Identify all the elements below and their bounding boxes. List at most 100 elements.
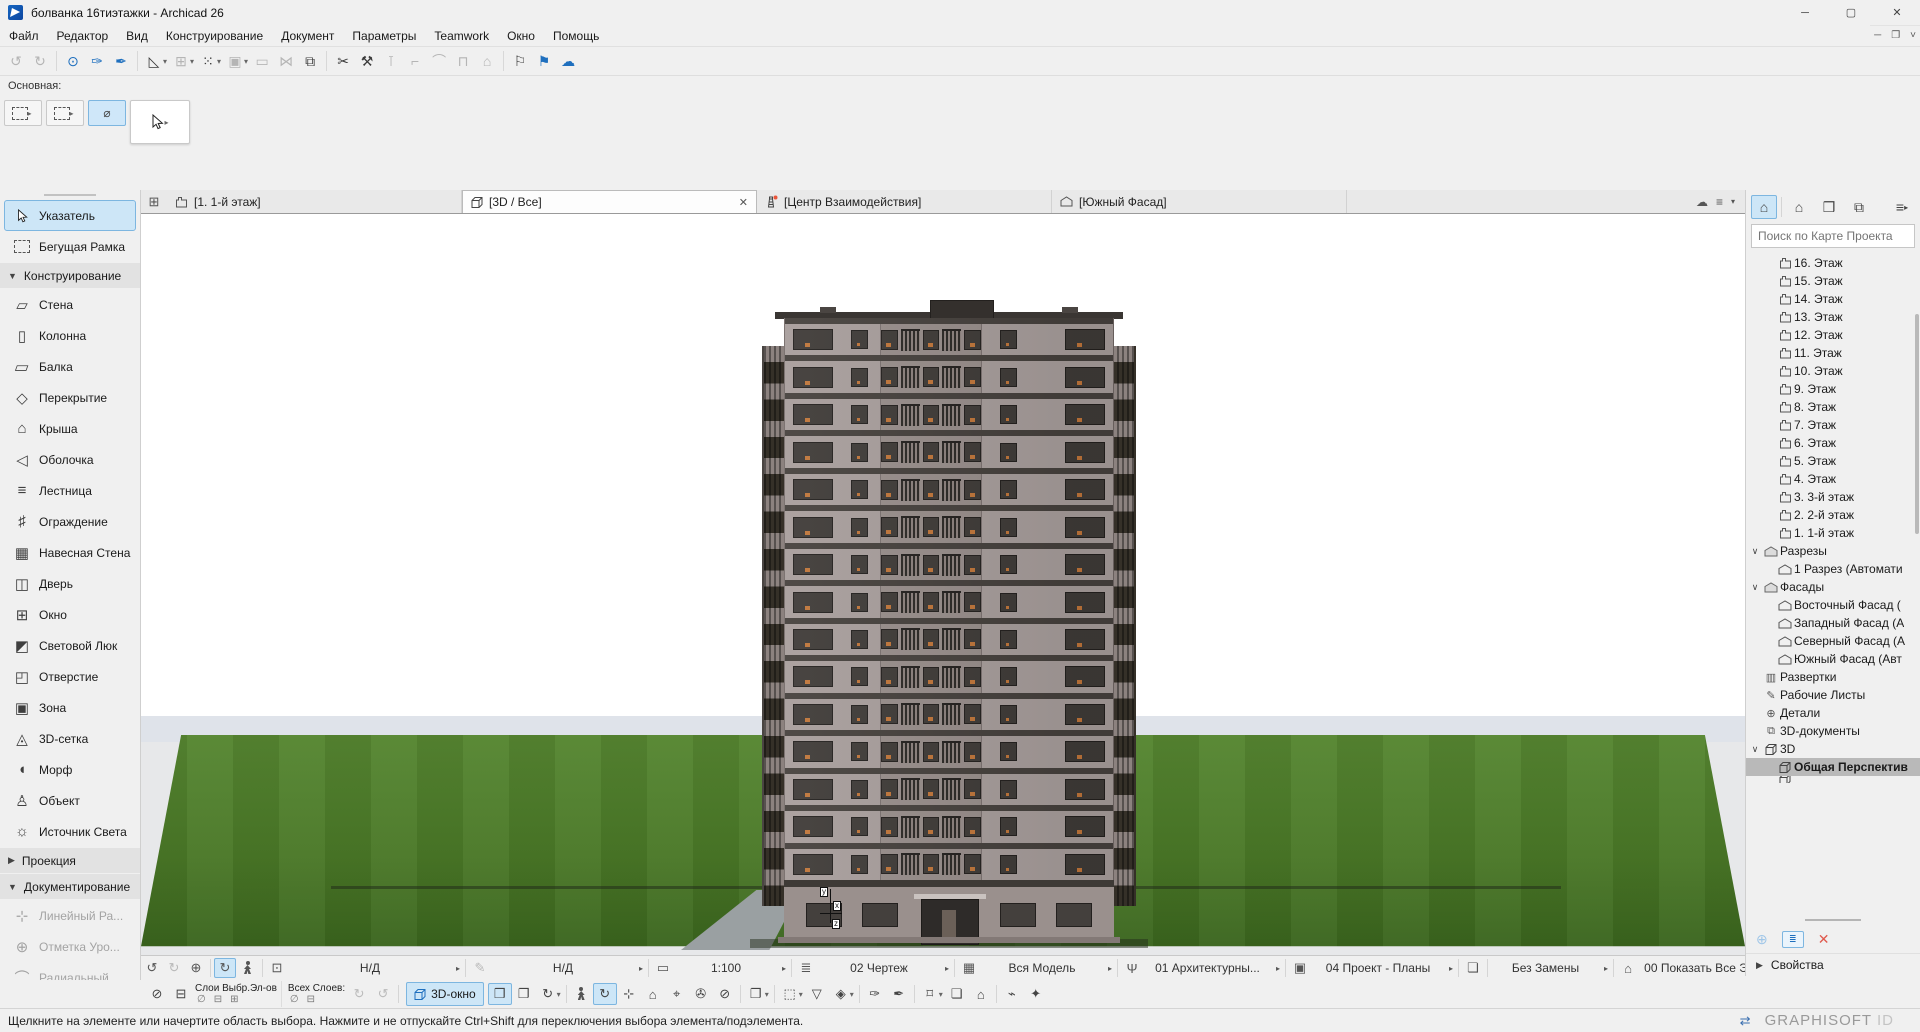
explore-walk-icon[interactable] [577, 987, 586, 1001]
properties-expand-icon[interactable]: ▶ [1756, 960, 1763, 971]
cloud-objects-icon[interactable]: ☁ [556, 49, 580, 73]
stretch-icon[interactable]: ⋈ [274, 49, 298, 73]
tab-list-arrow-icon[interactable]: ▾ [1731, 197, 1735, 206]
navigator-search[interactable] [1751, 224, 1915, 248]
tree-item[interactable]: 7. Этаж [1746, 416, 1920, 434]
syringe-icon[interactable]: ✒ [109, 49, 133, 73]
tool-morph[interactable]: ◖Морф [4, 754, 136, 785]
gravity-button[interactable]: ⌀ [88, 100, 126, 126]
tree-item[interactable]: 13. Этаж [1746, 308, 1920, 326]
quick-layout-icon[interactable]: ⊞ [141, 190, 167, 213]
tree-item[interactable]: 2. 2-й этаж [1746, 506, 1920, 524]
paste-options-icon[interactable]: ❏ [1462, 958, 1484, 978]
tree-item[interactable]: 15. Этаж [1746, 272, 1920, 290]
orbit-toggle-icon[interactable]: ↻ [593, 983, 617, 1005]
redo-icon[interactable]: ↻ [28, 49, 52, 73]
tree-item[interactable]: Южный Фасад (Авт [1746, 650, 1920, 668]
scale-combo[interactable]: 1:100▸ [674, 957, 788, 979]
redo-view-icon[interactable]: ↻ [163, 958, 185, 978]
view-map-icon[interactable]: ⌂ [1786, 195, 1812, 219]
menu-item[interactable]: Teamwork [425, 27, 498, 45]
overrides-combo[interactable]: Без Замены▸ [1491, 957, 1610, 979]
tool-door[interactable]: ◫Дверь [4, 568, 136, 599]
tree-collapse-icon[interactable]: ∨ [1748, 744, 1762, 755]
explore-icon[interactable]: ⊹ [617, 983, 641, 1005]
tool-dim-radial[interactable]: ⌒Радиальный ... [4, 962, 136, 980]
pen-set-icon[interactable]: Ψ [1121, 958, 1143, 978]
tree-item[interactable]: 9. Этаж [1746, 380, 1920, 398]
viewport-3d[interactable]: y x z [141, 214, 1745, 955]
tree-item[interactable]: 8. Этаж [1746, 398, 1920, 416]
tab-interaction-center[interactable]: [Центр Взаимодействия] [757, 190, 1052, 213]
publisher-icon[interactable]: ⧉ [1846, 195, 1872, 219]
delete-viewpoint-icon[interactable]: ✕ [1818, 931, 1830, 948]
toolbox-drag-handle[interactable] [44, 194, 96, 196]
surface-paint-icon[interactable]: ✑ [863, 983, 887, 1005]
menu-item[interactable]: Параметры [343, 27, 425, 45]
tree-item[interactable]: 11. Этаж [1746, 344, 1920, 362]
lock-selected-layers-icon[interactable]: ⊟ [214, 994, 222, 1006]
toolbox-section-design[interactable]: ▼Конструирование [0, 263, 140, 288]
tree-collapse-icon[interactable]: ∨ [1748, 582, 1762, 593]
flythrough-icon[interactable]: ⌁ [1000, 983, 1024, 1005]
tab-first-floor[interactable]: [1. 1-й этаж] [167, 190, 462, 213]
tool-zone[interactable]: ▣Зона [4, 692, 136, 723]
tool-roof[interactable]: ⌂Крыша [4, 413, 136, 444]
tree-collapse-icon[interactable]: ∨ [1748, 546, 1762, 557]
tree-item[interactable]: Восточный Фасад ( [1746, 596, 1920, 614]
scale-icon[interactable]: ▭ [652, 958, 674, 978]
menu-item[interactable]: Редактор [48, 27, 118, 45]
navigator-splitter[interactable] [1746, 915, 1920, 925]
tool-wall[interactable]: ▱Стена [4, 289, 136, 320]
unlock-all-layers-icon[interactable]: ⊟ [307, 994, 315, 1006]
tool-marquee[interactable]: Бегущая Рамка [4, 231, 136, 262]
tree-item[interactable]: 16. Этаж [1746, 254, 1920, 272]
quick-lock-icon[interactable]: ⊟ [169, 983, 193, 1005]
tree-item[interactable]: Северный Фасад (А [1746, 632, 1920, 650]
tree-item[interactable]: ∨Фасады [1746, 578, 1920, 596]
menu-item[interactable]: Конструирование [157, 27, 272, 45]
layer-undo-icon[interactable]: ↺ [371, 983, 395, 1005]
unlock-selected-layers-icon[interactable]: ⊞ [230, 994, 238, 1006]
perspective-icon[interactable]: ❒ [488, 983, 512, 1005]
tool-column[interactable]: ▯Колонна [4, 320, 136, 351]
tool-skylight[interactable]: ◩Световой Люк [4, 630, 136, 661]
marquee-shape-button[interactable]: ▸ [46, 100, 84, 126]
tree-scrollbar[interactable] [1915, 314, 1919, 534]
walk-icon[interactable] [243, 961, 252, 975]
maximize-button[interactable]: ▢ [1828, 0, 1874, 25]
layout-combo[interactable]: Н/Д▸ [491, 957, 645, 979]
layer-combination-combo[interactable]: 04 Проект - Планы▸ [1311, 957, 1455, 979]
navigator-menu-icon[interactable]: ≡▸ [1889, 195, 1915, 219]
fit-in-window-icon[interactable]: ⊡ [266, 958, 288, 978]
project-map-icon[interactable]: ⌂ [1751, 195, 1777, 219]
tool-opening[interactable]: ◰Отверстие [4, 661, 136, 692]
tree-item[interactable]: Западный Фасад (А [1746, 614, 1920, 632]
axonometry-icon[interactable]: ❐ [512, 983, 536, 1005]
favorites-palette-icon[interactable]: ⚑ [532, 49, 556, 73]
group-icon[interactable]: ⧉ [298, 49, 322, 73]
tool-dim-level[interactable]: ⊕Отметка Уро... [4, 931, 136, 962]
properties-section[interactable]: ▶ Свойства [1746, 954, 1920, 976]
menu-item[interactable]: Вид [117, 27, 157, 45]
pick-up-parameters-icon[interactable]: ⊙ [61, 49, 85, 73]
tool-railing[interactable]: ♯Ограждение [4, 506, 136, 537]
renovation-icon[interactable]: ⌂ [1617, 958, 1639, 978]
tool-stair[interactable]: ≡Лестница [4, 475, 136, 506]
filter-elements-icon[interactable]: ▽ [805, 983, 829, 1005]
orbit-icon[interactable]: ↻ [214, 958, 236, 978]
tree-item[interactable]: ▥Развертки [1746, 668, 1920, 686]
zoom-in-icon[interactable]: ⊕ [185, 958, 207, 978]
tree-item[interactable]: ∨3D [1746, 740, 1920, 758]
add-viewpoint-icon[interactable]: ⊕ [1756, 931, 1768, 948]
graphisoft-id-logo[interactable]: GRAPHISOFT ID [1765, 1012, 1894, 1029]
mdi-minimize-icon[interactable]: ─ [1874, 30, 1881, 41]
current-tool-button[interactable]: ▸ [130, 100, 190, 144]
pen-set-combo[interactable]: 01 Архитектурны...▸ [1143, 957, 1282, 979]
tool-light[interactable]: ☼Источник Света [4, 816, 136, 847]
roof-tool-icon[interactable]: ⌂ [475, 49, 499, 73]
split-icon[interactable]: ✂ [331, 49, 355, 73]
tree-item[interactable] [1746, 776, 1920, 783]
tool-beam[interactable]: ▭Балка [4, 351, 136, 382]
fillet-icon[interactable]: ⌒ [427, 49, 451, 73]
